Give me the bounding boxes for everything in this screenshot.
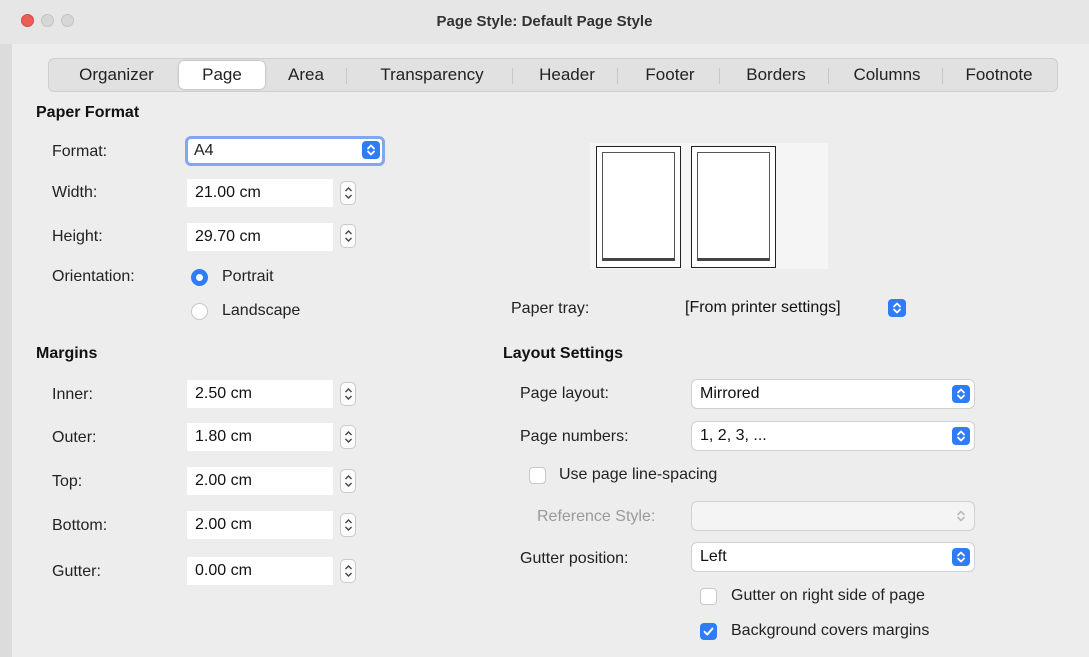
tab-separator [828,68,829,84]
portrait-radio[interactable] [191,269,208,286]
tab-area[interactable]: Area [271,59,341,91]
margins-heading: Margins [36,345,98,362]
tab-columns[interactable]: Columns [832,59,942,91]
tab-separator [346,68,347,84]
orientation-label: Orientation: [52,268,135,285]
height-field[interactable]: 29.70 cm [187,223,333,251]
stepper-arrows-icon [345,475,352,487]
tab-separator [719,68,720,84]
tab-page[interactable]: Page [179,61,265,89]
page-layout-label: Page layout: [520,385,609,402]
paper-tray-select[interactable]: [From printer settings] [677,294,910,322]
bottom-label: Bottom: [52,517,108,534]
stepper-arrows-icon [345,230,352,242]
gutter-field[interactable]: 0.00 cm [187,557,333,585]
width-field[interactable]: 21.00 cm [187,179,333,207]
preview-left-page [596,146,681,268]
tab-transparency[interactable]: Transparency [352,59,512,91]
stepper-arrows-icon [345,565,352,577]
gutter-label: Gutter: [52,563,101,580]
gutter-right-side-label[interactable]: Gutter on right side of page [731,587,925,605]
format-select[interactable]: A4 [185,136,385,166]
layout-settings-heading: Layout Settings [503,345,624,362]
landscape-label[interactable]: Landscape [222,302,300,320]
tab-footnote[interactable]: Footnote [947,59,1051,91]
page-numbers-label: Page numbers: [520,428,629,445]
window-title: Page Style: Default Page Style [436,13,653,30]
tab-footer[interactable]: Footer [621,59,719,91]
format-label: Format: [52,143,108,160]
gutter-position-label: Gutter position: [520,550,629,567]
inner-label: Inner: [52,386,93,403]
background-covers-margins-label[interactable]: Background covers margins [731,622,929,640]
page-preview [590,143,828,269]
chevron-updown-icon [952,427,970,445]
chevron-updown-icon [362,141,380,159]
tab-header[interactable]: Header [517,59,617,91]
bottom-field[interactable]: 2.00 cm [187,511,333,539]
top-label: Top: [52,473,83,490]
tab-borders[interactable]: Borders [724,59,828,91]
background-covers-margins-checkbox[interactable] [700,623,717,640]
chevron-updown-icon [888,299,906,317]
tab-separator [617,68,618,84]
landscape-radio[interactable] [191,303,208,320]
use-page-line-spacing-label[interactable]: Use page line-spacing [559,466,717,484]
chevron-updown-icon [952,507,970,525]
stepper-arrows-icon [345,519,352,531]
paper-tray-label: Paper tray: [511,300,590,317]
top-field[interactable]: 2.00 cm [187,467,333,495]
page-layout-value: Mirrored [700,385,760,402]
page-numbers-value: 1, 2, 3, ... [700,427,767,444]
reference-style-label: Reference Style: [537,508,656,525]
outer-stepper[interactable] [340,425,356,449]
preview-right-page [691,146,776,268]
stepper-arrows-icon [345,187,352,199]
width-stepper[interactable] [340,181,356,205]
page-numbers-select[interactable]: 1, 2, 3, ... [692,422,974,450]
title-bar: Page Style: Default Page Style [0,0,1089,45]
reference-style-select[interactable] [692,502,974,530]
height-label: Height: [52,228,103,245]
inner-stepper[interactable] [340,382,356,406]
stepper-arrows-icon [345,431,352,443]
paper-format-heading: Paper Format [36,104,140,121]
checkmark-icon [703,627,714,636]
tab-separator [942,68,943,84]
gutter-right-side-checkbox[interactable] [700,588,717,605]
tab-separator [512,68,513,84]
paper-tray-value: [From printer settings] [685,299,841,316]
outer-label: Outer: [52,429,97,446]
use-page-line-spacing-checkbox[interactable] [529,467,546,484]
inner-field[interactable]: 2.50 cm [187,380,333,408]
page-layout-select[interactable]: Mirrored [692,380,974,408]
gutter-stepper[interactable] [340,559,356,583]
format-value: A4 [194,142,214,159]
top-stepper[interactable] [340,469,356,493]
outer-field[interactable]: 1.80 cm [187,423,333,451]
width-label: Width: [52,184,98,201]
gutter-position-value: Left [700,548,727,565]
height-stepper[interactable] [340,224,356,248]
stepper-arrows-icon [345,388,352,400]
portrait-label[interactable]: Portrait [222,268,274,286]
tab-bar: Organizer Page Area Transparency Header … [48,58,1058,92]
window-edge [0,44,12,657]
chevron-updown-icon [952,385,970,403]
tab-organizer[interactable]: Organizer [59,59,174,91]
bottom-stepper[interactable] [340,513,356,537]
chevron-updown-icon [952,548,970,566]
gutter-position-select[interactable]: Left [692,543,974,571]
